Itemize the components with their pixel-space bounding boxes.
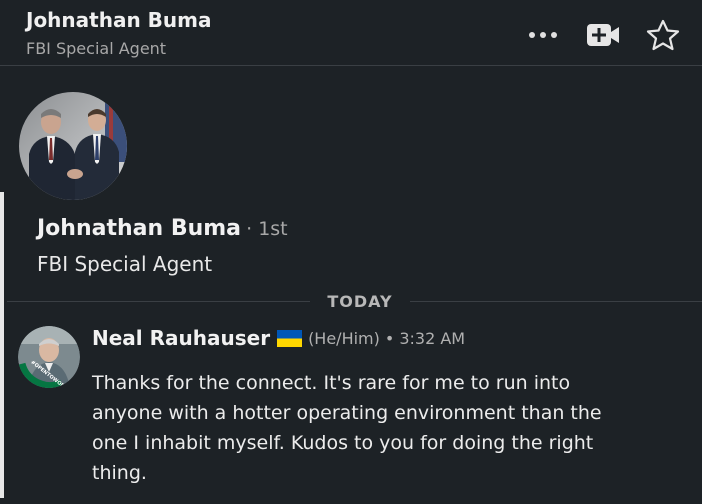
- date-divider-line-left: [7, 301, 310, 302]
- sender-name[interactable]: Neal Rauhauser: [92, 326, 270, 350]
- profile-name-row: Johnathan Buma · 1st: [37, 216, 288, 241]
- message-body: Thanks for the connect. It's rare for me…: [92, 372, 602, 484]
- conversation-header: Johnathan Buma FBI Special Agent: [0, 0, 702, 66]
- video-add-icon: [587, 24, 619, 46]
- time-separator: •: [384, 328, 395, 348]
- sender-avatar[interactable]: #OPENTOWORK: [18, 326, 80, 388]
- profile-photo-image: [19, 92, 127, 200]
- more-options-button[interactable]: [524, 16, 562, 54]
- profile-photo[interactable]: [19, 92, 127, 200]
- profile-headline: FBI Special Agent: [37, 252, 213, 276]
- sender-pronouns: (He/Him): [308, 328, 380, 348]
- start-video-call-button[interactable]: [584, 16, 622, 54]
- star-icon: [646, 19, 680, 51]
- connection-degree: · 1st: [246, 218, 288, 240]
- ukraine-flag-icon: [277, 329, 303, 347]
- profile-name[interactable]: Johnathan Buma: [37, 216, 241, 241]
- message-timestamp: 3:32 AM: [399, 328, 466, 348]
- date-divider-line-right: [410, 301, 702, 302]
- message-header: Neal Rauhauser (He/Him) • 3:32 AM: [92, 326, 465, 350]
- window-edge: [0, 192, 4, 498]
- more-icon: [529, 32, 557, 38]
- sender-avatar-image: #OPENTOWORK: [18, 326, 80, 388]
- star-conversation-button[interactable]: [644, 16, 682, 54]
- header-contact-title: FBI Special Agent: [26, 39, 167, 58]
- header-contact-name[interactable]: Johnathan Buma: [26, 8, 211, 32]
- date-divider-label: TODAY: [327, 292, 393, 311]
